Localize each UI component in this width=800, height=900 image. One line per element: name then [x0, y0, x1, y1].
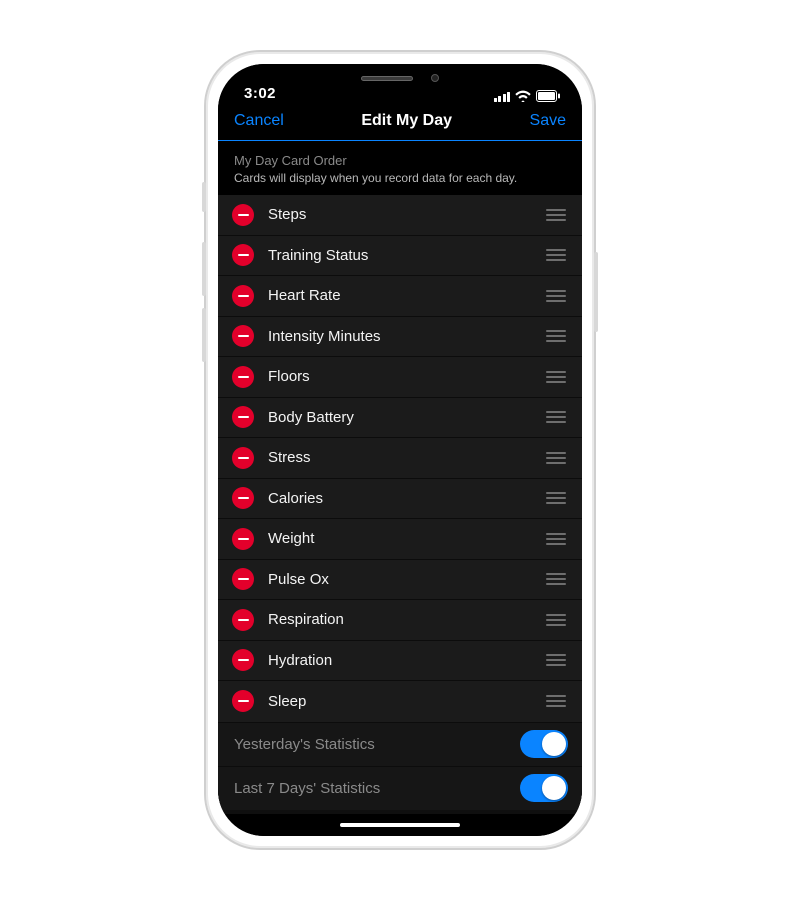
phone-power-button [594, 252, 598, 332]
drag-handle-icon[interactable] [544, 654, 568, 666]
drag-handle-icon[interactable] [544, 614, 568, 626]
list-item[interactable]: Pulse Ox [218, 560, 582, 601]
drag-handle-icon[interactable] [544, 371, 568, 383]
drag-handle-icon[interactable] [544, 330, 568, 342]
remove-icon[interactable] [232, 447, 254, 469]
list-item[interactable]: Floors [218, 357, 582, 398]
phone-volume-up [202, 242, 206, 296]
toggle-row-last7: Last 7 Days' Statistics [218, 766, 582, 810]
drag-handle-icon[interactable] [544, 209, 568, 221]
list-item-label: Floors [268, 368, 544, 385]
list-item-label: Intensity Minutes [268, 328, 544, 345]
yesterday-stats-toggle[interactable] [520, 730, 568, 758]
list-item[interactable]: Body Battery [218, 398, 582, 439]
list-item[interactable]: Sleep [218, 681, 582, 722]
status-right [494, 90, 561, 102]
remove-icon[interactable] [232, 528, 254, 550]
phone-speaker [361, 76, 413, 81]
last7days-stats-toggle[interactable] [520, 774, 568, 802]
home-indicator[interactable] [218, 814, 582, 836]
list-item-label: Training Status [268, 247, 544, 264]
remove-icon[interactable] [232, 649, 254, 671]
list-item[interactable]: Hydration [218, 641, 582, 682]
cellular-signal-icon [494, 91, 511, 102]
list-item-label: Respiration [268, 611, 544, 628]
toggle-label: Yesterday's Statistics [234, 736, 375, 753]
phone-notch [310, 64, 490, 92]
remove-icon[interactable] [232, 568, 254, 590]
list-item-label: Steps [268, 206, 544, 223]
remove-icon[interactable] [232, 325, 254, 347]
drag-handle-icon[interactable] [544, 695, 568, 707]
list-item[interactable]: Training Status [218, 236, 582, 277]
list-item-label: Weight [268, 530, 544, 547]
screen: 3:02 Cancel E [218, 64, 582, 836]
remove-icon[interactable] [232, 285, 254, 307]
toggle-row-yesterday: Yesterday's Statistics [218, 722, 582, 766]
page-title: Edit My Day [361, 112, 452, 130]
section-title: My Day Card Order [234, 153, 566, 168]
drag-handle-icon[interactable] [544, 533, 568, 545]
list-item[interactable]: Intensity Minutes [218, 317, 582, 358]
drag-handle-icon[interactable] [544, 452, 568, 464]
remove-icon[interactable] [232, 406, 254, 428]
remove-icon[interactable] [232, 366, 254, 388]
remove-icon[interactable] [232, 244, 254, 266]
list-item[interactable]: Steps [218, 195, 582, 236]
list-item[interactable]: Respiration [218, 600, 582, 641]
section-header: My Day Card Order Cards will display whe… [218, 141, 582, 195]
drag-handle-icon[interactable] [544, 492, 568, 504]
list-item-label: Heart Rate [268, 287, 544, 304]
remove-icon[interactable] [232, 204, 254, 226]
remove-icon[interactable] [232, 487, 254, 509]
drag-handle-icon[interactable] [544, 249, 568, 261]
remove-icon[interactable] [232, 690, 254, 712]
list-item[interactable]: Weight [218, 519, 582, 560]
section-subtitle: Cards will display when you record data … [234, 171, 566, 185]
save-button[interactable]: Save [530, 112, 566, 130]
battery-icon [536, 90, 560, 102]
list-item-label: Sleep [268, 693, 544, 710]
list-item-label: Stress [268, 449, 544, 466]
phone-silence-switch [202, 182, 206, 212]
remove-icon[interactable] [232, 609, 254, 631]
list-item-label: Body Battery [268, 409, 544, 426]
card-order-list: Steps Training Status Heart Rate Intensi… [218, 195, 582, 722]
wifi-icon [515, 90, 531, 102]
drag-handle-icon[interactable] [544, 290, 568, 302]
list-item-label: Calories [268, 490, 544, 507]
phone-frame: 3:02 Cancel E [204, 50, 596, 850]
phone-front-camera [431, 74, 439, 82]
list-item[interactable]: Stress [218, 438, 582, 479]
drag-handle-icon[interactable] [544, 573, 568, 585]
drag-handle-icon[interactable] [544, 411, 568, 423]
phone-volume-down [202, 308, 206, 362]
list-item[interactable]: Heart Rate [218, 276, 582, 317]
status-time: 3:02 [244, 85, 276, 102]
list-item-label: Hydration [268, 652, 544, 669]
list-item-label: Pulse Ox [268, 571, 544, 588]
toggle-label: Last 7 Days' Statistics [234, 780, 380, 797]
list-item[interactable]: Calories [218, 479, 582, 520]
cancel-button[interactable]: Cancel [234, 112, 284, 130]
nav-bar: Cancel Edit My Day Save [218, 104, 582, 141]
phone-bezel: 3:02 Cancel E [218, 64, 582, 836]
